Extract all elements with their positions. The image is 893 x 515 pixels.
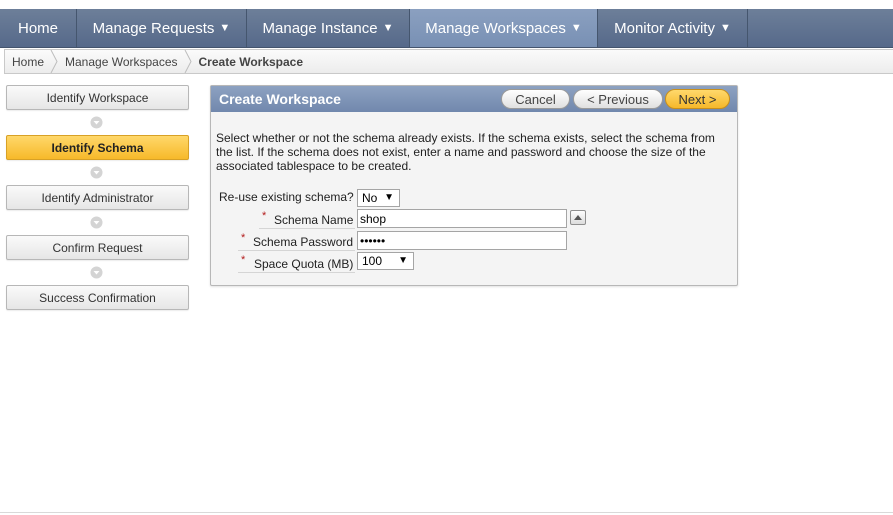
expand-up-icon[interactable] (570, 210, 586, 225)
breadcrumb: Home Manage Workspaces Create Workspace (4, 49, 893, 74)
wizard-step-label: Success Confirmation (39, 290, 156, 305)
nav-manage-requests[interactable]: Manage Requests ▼ (77, 9, 247, 47)
chevron-down-icon: ▼ (570, 22, 582, 34)
next-button[interactable]: Next > (665, 89, 730, 109)
chevron-down-icon: ▼ (384, 192, 394, 203)
region-title: Create Workspace (219, 91, 341, 107)
nav-manage-instance-label: Manage Instance (262, 19, 378, 37)
wizard-step-identify-administrator: Identify Administrator (6, 185, 189, 210)
chevron-down-icon: ▼ (219, 22, 231, 34)
nav-monitor-activity-label: Monitor Activity (614, 19, 715, 37)
required-icon: * (241, 254, 246, 266)
reuse-schema-select[interactable]: No ▼ (357, 189, 400, 207)
reuse-schema-value: No (362, 191, 378, 205)
nav-monitor-activity[interactable]: Monitor Activity ▼ (598, 9, 748, 47)
nav-home[interactable]: Home (0, 9, 77, 47)
breadcrumb-home[interactable]: Home (5, 50, 50, 73)
field-underline (259, 228, 355, 229)
field-underline (238, 272, 355, 273)
schema-name-label: Schema Name (274, 213, 354, 227)
schema-password-input[interactable]: •••••• (357, 231, 567, 250)
breadcrumb-separator-icon (184, 50, 192, 73)
schema-name-input[interactable]: shop (357, 209, 567, 228)
region-header: Create Workspace Cancel < Previous Next … (211, 86, 737, 112)
top-navigation: Home Manage Requests ▼ Manage Instance ▼… (0, 9, 893, 48)
wizard-step-identify-workspace: Identify Workspace (6, 85, 189, 110)
breadcrumb-manage-workspaces[interactable]: Manage Workspaces (58, 50, 184, 73)
step-connector-icon (90, 166, 103, 179)
step-connector-icon (90, 116, 103, 129)
chevron-down-icon: ▼ (719, 22, 731, 34)
required-icon: * (262, 210, 267, 222)
wizard-step-label: Identify Schema (51, 140, 144, 155)
required-icon: * (241, 232, 246, 244)
wizard-step-identify-schema: Identify Schema (6, 135, 189, 160)
breadcrumb-create-workspace: Create Workspace (198, 54, 304, 69)
footer-divider (0, 512, 893, 513)
schema-password-label: Schema Password (253, 235, 354, 249)
nav-manage-workspaces[interactable]: Manage Workspaces ▼ (410, 9, 598, 47)
region-body: Select whether or not the schema already… (211, 131, 737, 173)
nav-manage-requests-label: Manage Requests (92, 19, 215, 37)
field-underline (238, 250, 355, 251)
space-quota-label: Space Quota (MB) (254, 257, 354, 271)
previous-button[interactable]: < Previous (573, 89, 663, 109)
schema-password-value: •••••• (360, 233, 386, 248)
cancel-button[interactable]: Cancel (501, 89, 570, 109)
schema-name-value: shop (360, 211, 387, 226)
wizard-step-label: Confirm Request (52, 240, 143, 255)
wizard-step-label: Identify Administrator (41, 190, 154, 205)
chevron-down-icon: ▼ (398, 255, 408, 266)
wizard-step-success-confirmation: Success Confirmation (6, 285, 189, 310)
nav-home-label: Home (17, 19, 58, 37)
wizard-step-confirm-request: Confirm Request (6, 235, 189, 260)
reuse-schema-label: Re-use existing schema? (219, 190, 354, 204)
step-connector-icon (90, 266, 103, 279)
breadcrumb-separator-icon (50, 50, 58, 73)
nav-manage-instance[interactable]: Manage Instance ▼ (247, 9, 410, 47)
step-connector-icon (90, 216, 103, 229)
wizard-step-label: Identify Workspace (46, 90, 149, 105)
nav-manage-workspaces-label: Manage Workspaces (425, 19, 566, 37)
space-quota-select[interactable]: 100 ▼ (357, 252, 414, 270)
space-quota-value: 100 (362, 254, 383, 268)
chevron-down-icon: ▼ (382, 22, 394, 34)
instructions-text: Select whether or not the schema already… (216, 131, 715, 173)
create-workspace-region: Create Workspace Cancel < Previous Next … (210, 85, 738, 286)
